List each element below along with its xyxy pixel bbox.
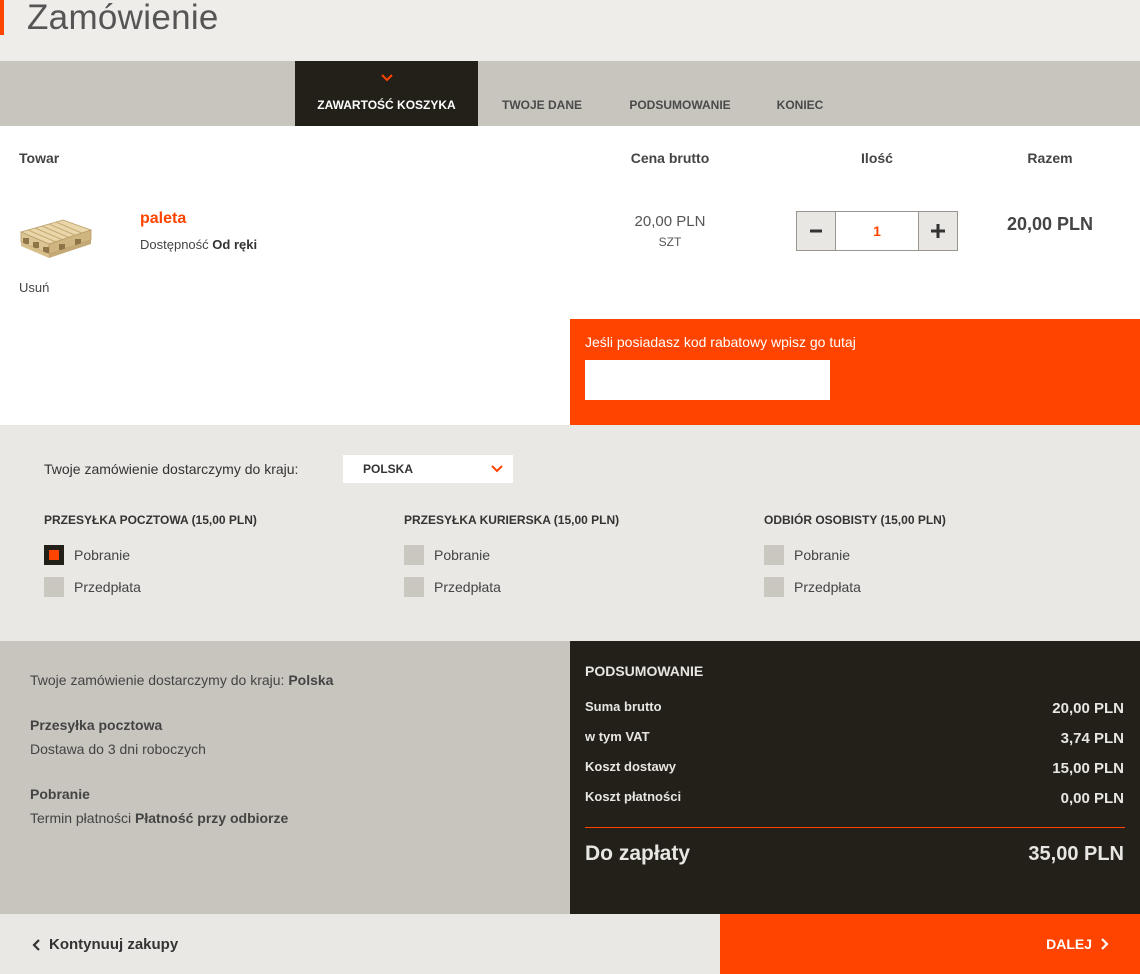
option-pickup-prepaid[interactable]: Przedpłata: [764, 577, 861, 597]
column-header-price: Cena brutto: [630, 150, 710, 166]
chevron-down-icon: [380, 74, 393, 82]
summary-row-value: 20,00 PLN: [1052, 700, 1124, 717]
delivery-country-select[interactable]: POLSKA: [343, 455, 513, 483]
option-courier-prepaid[interactable]: Przedpłata: [404, 577, 501, 597]
info-payment-term-value: Płatność przy odbiorze: [135, 810, 289, 826]
shipping-method-title: ODBIÓR OSOBISTY (15,00 PLN): [764, 513, 946, 527]
delivery-country-info: Twoje zamówienie dostarczymy do kraju: P…: [30, 672, 333, 688]
summary-row-value: 15,00 PLN: [1052, 760, 1124, 777]
summary-row-label: Suma brutto: [585, 699, 662, 714]
summary-row-label: w tym VAT: [585, 729, 650, 744]
shipping-section: Twoje zamówienie dostarczymy do kraju: P…: [0, 425, 1140, 641]
checkbox[interactable]: [404, 577, 424, 597]
product-availability: Dostępność Od ręki: [140, 237, 257, 252]
product-image-pallet[interactable]: [19, 210, 93, 266]
step-label: TWOJE DANE: [501, 98, 582, 112]
info-shipping-desc: Dostawa do 3 dni roboczych: [30, 741, 206, 757]
info-shipping-name: Przesyłka pocztowa: [30, 717, 163, 733]
remove-item-link[interactable]: Usuń: [19, 280, 49, 295]
order-info-panel: Twoje zamówienie dostarczymy do kraju: P…: [0, 641, 570, 914]
info-country-prefix: Twoje zamówienie dostarczymy do kraju:: [30, 672, 285, 688]
page-title: Zamówienie: [27, 0, 219, 37]
checkbox[interactable]: [764, 577, 784, 597]
option-postal-prepaid[interactable]: Przedpłata: [44, 577, 141, 597]
unit-price: 20,00 PLN: [634, 213, 706, 230]
option-label: Pobranie: [794, 547, 851, 563]
chevron-right-icon: [1101, 938, 1109, 950]
summary-row-label: Koszt płatności: [585, 789, 682, 804]
plus-icon: [931, 224, 945, 238]
order-summary-panel: PODSUMOWANIE Suma brutto 20,00 PLN w tym…: [570, 641, 1140, 914]
option-postal-cod[interactable]: Pobranie: [44, 545, 130, 565]
continue-shopping-button[interactable]: Kontynuuj zakupy: [31, 936, 178, 953]
step-label: ZAWARTOŚĆ KOSZYKA: [317, 98, 456, 112]
info-country-value: Polska: [288, 672, 334, 688]
checkout-steps: ZAWARTOŚĆ KOSZYKA TWOJE DANE PODSUMOWANI…: [0, 61, 1140, 126]
column-header-product: Towar: [19, 150, 60, 166]
summary-row-value: 0,00 PLN: [1060, 790, 1124, 807]
delivery-country-label: Twoje zamówienie dostarczymy do kraju:: [44, 461, 299, 477]
coupon-label: Jeśli posiadasz kod rabatowy wpisz go tu…: [585, 334, 856, 350]
column-header-total: Razem: [1027, 150, 1073, 166]
total-value: 35,00 PLN: [1028, 843, 1124, 865]
checkbox[interactable]: [404, 545, 424, 565]
chevron-left-icon: [32, 938, 40, 951]
unit-label: SZT: [658, 235, 682, 249]
option-label: Przedpłata: [794, 579, 861, 595]
total-label: Do zapłaty: [585, 842, 691, 865]
checkbox[interactable]: [764, 545, 784, 565]
next-button-label: DALEJ: [1046, 936, 1092, 952]
continue-shopping-label: Kontynuuj zakupy: [49, 936, 179, 953]
step-your-data[interactable]: TWOJE DANE: [478, 61, 606, 126]
option-label: Przedpłata: [434, 579, 501, 595]
coupon-code-input[interactable]: [585, 360, 830, 400]
column-header-quantity: Ilość: [861, 150, 893, 166]
coupon-section: Jeśli posiadasz kod rabatowy wpisz go tu…: [570, 319, 1140, 425]
summary-row-value: 3,74 PLN: [1060, 730, 1124, 747]
next-button-content: DALEJ: [1046, 936, 1110, 952]
title-accent-bar: [0, 0, 4, 35]
step-label: KONIEC: [776, 98, 824, 112]
minus-icon: [810, 229, 822, 233]
availability-value: Od ręki: [212, 237, 258, 252]
footer-left: Kontynuuj zakupy: [0, 914, 720, 974]
country-selected-value: POLSKA: [363, 462, 414, 476]
shipping-method-title: PRZESYŁKA POCZTOWA (15,00 PLN): [44, 513, 257, 527]
option-label: Pobranie: [74, 547, 131, 563]
summary-divider: [585, 827, 1125, 828]
step-summary[interactable]: PODSUMOWANIE: [606, 61, 754, 126]
shipping-method-pickup: ODBIÓR OSOBISTY (15,00 PLN) Pobranie Prz…: [764, 513, 946, 597]
step-label: PODSUMOWANIE: [629, 98, 731, 112]
quantity-increase-button[interactable]: [918, 212, 957, 250]
shipping-method-postal: PRZESYŁKA POCZTOWA (15,00 PLN) Pobranie …: [44, 513, 257, 597]
checkbox[interactable]: [44, 577, 64, 597]
chevron-down-icon: [491, 465, 503, 473]
shipping-method-title: PRZESYŁKA KURIERSKA (15,00 PLN): [404, 513, 620, 527]
quantity-stepper: 1: [796, 211, 958, 251]
checkbox-checked[interactable]: [44, 545, 64, 565]
option-label: Przedpłata: [74, 579, 141, 595]
option-label: Pobranie: [434, 547, 491, 563]
step-cart-contents[interactable]: ZAWARTOŚĆ KOSZYKA: [295, 61, 478, 126]
shipping-method-courier: PRZESYŁKA KURIERSKA (15,00 PLN) Pobranie…: [404, 513, 620, 597]
summary-title: PODSUMOWANIE: [585, 663, 704, 679]
availability-label: Dostępność: [140, 237, 209, 252]
product-name-link[interactable]: paleta: [140, 210, 186, 228]
next-button[interactable]: DALEJ: [720, 914, 1140, 974]
option-pickup-cod[interactable]: Pobranie: [764, 545, 850, 565]
quantity-input[interactable]: 1: [836, 212, 918, 250]
info-payment-term-prefix: Termin płatności: [30, 810, 132, 826]
summary-row-label: Koszt dostawy: [585, 759, 677, 774]
info-payment-name: Pobranie: [30, 786, 90, 802]
quantity-decrease-button[interactable]: [797, 212, 836, 250]
line-total: 20,00 PLN: [1006, 214, 1094, 234]
info-payment-term: Termin płatności Płatność przy odbiorze: [30, 810, 288, 826]
option-courier-cod[interactable]: Pobranie: [404, 545, 490, 565]
step-end[interactable]: KONIEC: [754, 61, 846, 126]
page-header: Zamówienie: [0, 0, 1140, 61]
